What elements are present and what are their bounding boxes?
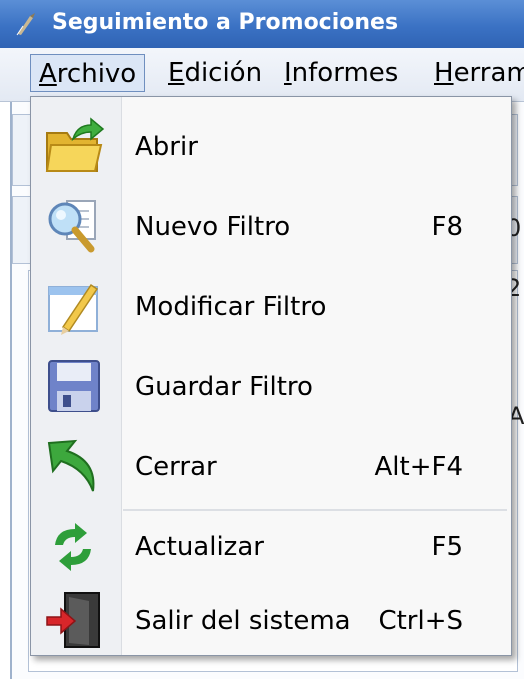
app-quill-icon (16, 13, 35, 36)
magnifier-document-icon (48, 200, 96, 253)
refresh-icon (55, 523, 91, 571)
menu-item-guardar-filtro-label: Guardar Filtro (135, 372, 313, 402)
menu-item-modificar-filtro-label: Modificar Filtro (135, 292, 327, 322)
menu-item-nuevo-filtro-shortcut: F8 (431, 212, 464, 242)
menu-herramientas-mnemonic: H (434, 58, 454, 88)
menu-item-nuevo-filtro[interactable]: Nuevo Filtro F8 (31, 189, 511, 265)
menu-item-abrir-label: Abrir (135, 132, 198, 162)
menu-edicion[interactable]: Edición (160, 54, 270, 92)
menu-informes-mnemonic: I (284, 58, 292, 88)
menu-item-guardar-filtro[interactable]: Guardar Filtro (31, 349, 511, 425)
menu-edicion-mnemonic: E (168, 58, 185, 88)
menu-item-abrir[interactable]: Abrir (31, 109, 511, 185)
menu-bar: Archivo Edición Informes Herram (0, 48, 524, 102)
menu-item-cerrar[interactable]: Cerrar Alt+F4 (31, 429, 511, 505)
menu-item-modificar-filtro[interactable]: Modificar Filtro (31, 269, 511, 345)
folder-open-icon (45, 117, 105, 172)
menu-item-cerrar-shortcut: Alt+F4 (374, 452, 464, 482)
menu-herramientas[interactable]: Herram (426, 54, 524, 92)
archivo-dropdown-menu: Abrir Nuevo Filtro F8 Modificar Filtro G… (30, 96, 512, 656)
pencil-window-icon (48, 283, 99, 335)
menu-herramientas-label: erram (453, 58, 524, 88)
window-title: Seguimiento a Promociones (52, 10, 399, 35)
floppy-disk-icon (48, 360, 100, 412)
menu-edicion-label: dición (184, 58, 263, 88)
green-back-arrow-icon (47, 439, 95, 492)
menu-informes-label: nformes (291, 58, 399, 88)
menu-item-salir-del-sistema-label: Salir del sistema (135, 606, 351, 636)
menu-item-nuevo-filtro-label: Nuevo Filtro (135, 212, 291, 242)
menu-archivo-label: rchivo (56, 59, 137, 89)
menu-item-actualizar-label: Actualizar (135, 532, 264, 562)
menu-item-salir-del-sistema[interactable]: Salir del sistema Ctrl+S (31, 583, 511, 659)
menu-item-actualizar-shortcut: F5 (431, 532, 464, 562)
menu-archivo[interactable]: Archivo (30, 54, 146, 92)
menu-item-salir-del-sistema-shortcut: Ctrl+S (378, 606, 463, 636)
menu-informes[interactable]: Informes (276, 54, 406, 92)
exit-door-icon (46, 592, 100, 648)
menu-item-actualizar[interactable]: Actualizar F5 (31, 511, 511, 583)
menu-item-cerrar-label: Cerrar (135, 452, 217, 482)
menu-archivo-mnemonic: A (39, 59, 57, 89)
title-bar: Seguimiento a Promociones (0, 0, 524, 48)
